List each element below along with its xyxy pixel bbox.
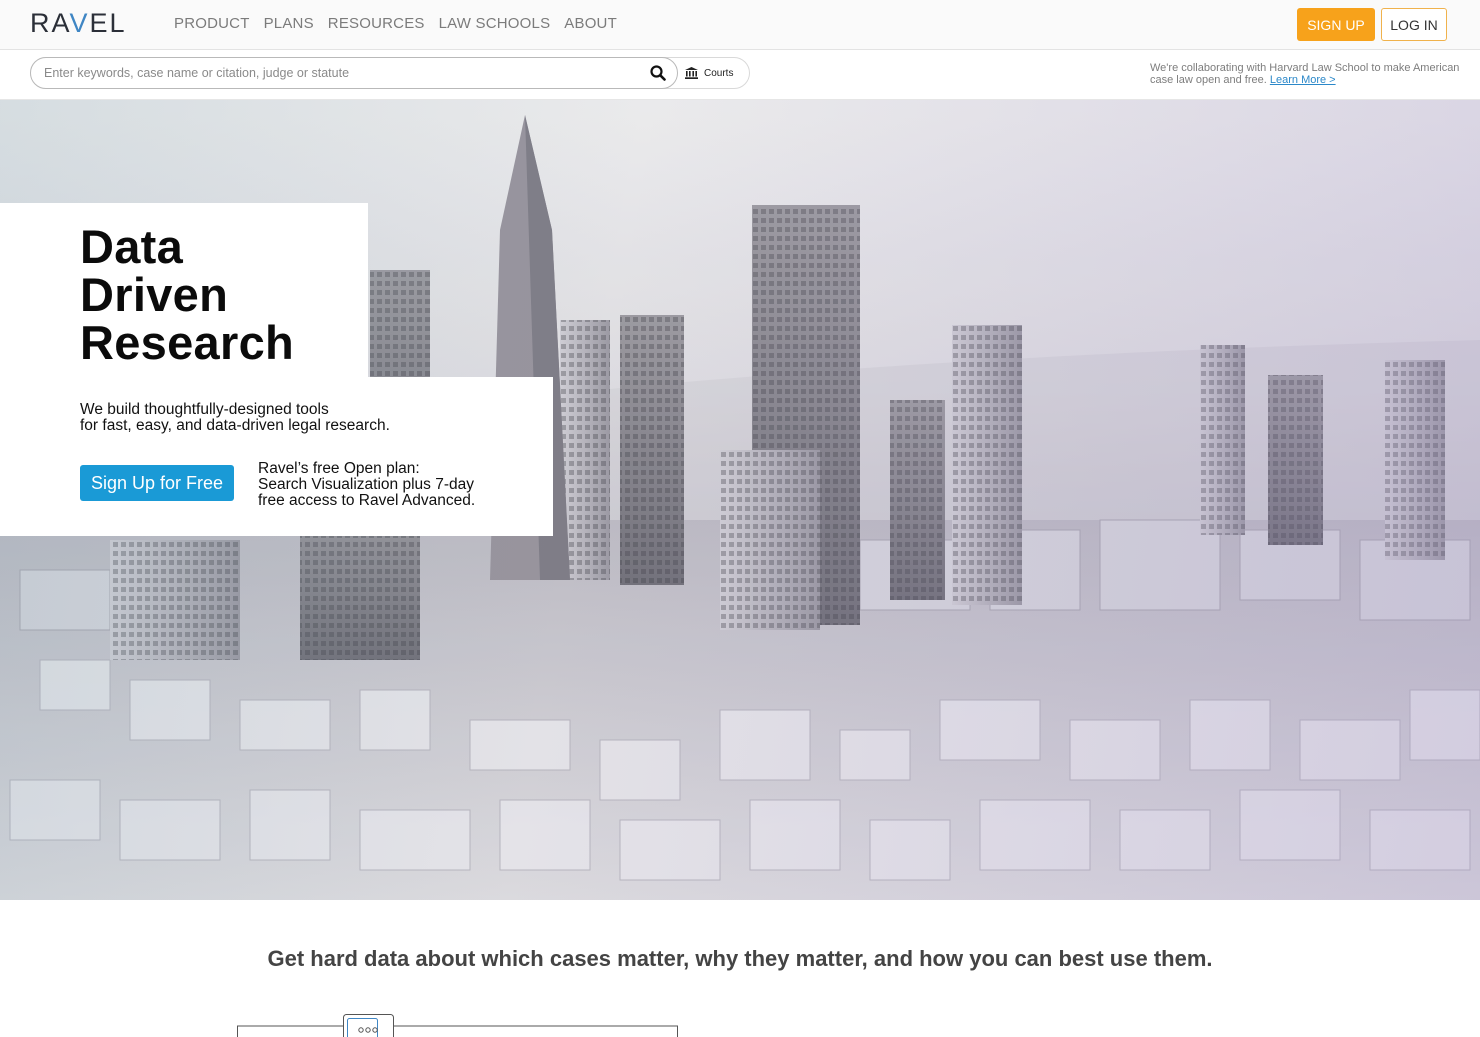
search-icon: [650, 64, 666, 81]
headline-line-3: Research: [80, 316, 295, 369]
search-button[interactable]: [647, 63, 669, 85]
learn-more-link[interactable]: Learn More >: [1270, 74, 1336, 86]
main-nav: PRODUCT PLANS RESOURCES LAW SCHOOLS ABOU…: [174, 15, 617, 32]
nav-about[interactable]: ABOUT: [564, 15, 617, 32]
sign-up-for-free-button[interactable]: Sign Up for Free: [80, 465, 234, 501]
plan-line-2: Search Visualization plus 7-day: [258, 476, 474, 493]
browser-mockup-illustration: [237, 1014, 678, 1037]
section-heading: Get hard data about which cases matter, …: [267, 946, 1213, 971]
ravel-logo[interactable]: RAVEL: [30, 8, 127, 39]
nav-resources[interactable]: RESOURCES: [328, 15, 425, 32]
tagline-line-1: We build thoughtfully-designed tools: [80, 401, 329, 418]
sign-up-button[interactable]: SIGN UP: [1297, 8, 1375, 41]
nav-plans[interactable]: PLANS: [264, 15, 314, 32]
courts-filter-button[interactable]: Courts: [685, 63, 733, 83]
headline-line-1: Data: [80, 220, 184, 273]
plan-line-3: free access to Ravel Advanced.: [258, 492, 476, 509]
tagline-line-2: for fast, easy, and data-driven legal re…: [80, 417, 390, 434]
open-plan-note: Ravel’s free Open plan: Search Visualiza…: [258, 461, 475, 509]
headline-line-2: Driven: [80, 268, 229, 321]
nav-product[interactable]: PRODUCT: [174, 15, 250, 32]
courthouse-icon: [685, 67, 698, 79]
log-in-button[interactable]: LOG IN: [1381, 8, 1447, 41]
courts-label: Courts: [704, 67, 734, 79]
search-input[interactable]: [30, 57, 678, 89]
hero-headline: Data Driven Research: [80, 223, 294, 367]
harvard-notice: We're collaborating with Harvard Law Sch…: [1150, 62, 1460, 86]
plan-line-1: Ravel’s free Open plan:: [258, 460, 420, 477]
hero-tagline: We build thoughtfully-designed tools for…: [80, 402, 390, 434]
top-navbar: RAVEL PRODUCT PLANS RESOURCES LAW SCHOOL…: [0, 0, 1480, 50]
nav-law-schools[interactable]: LAW SCHOOLS: [439, 15, 551, 32]
